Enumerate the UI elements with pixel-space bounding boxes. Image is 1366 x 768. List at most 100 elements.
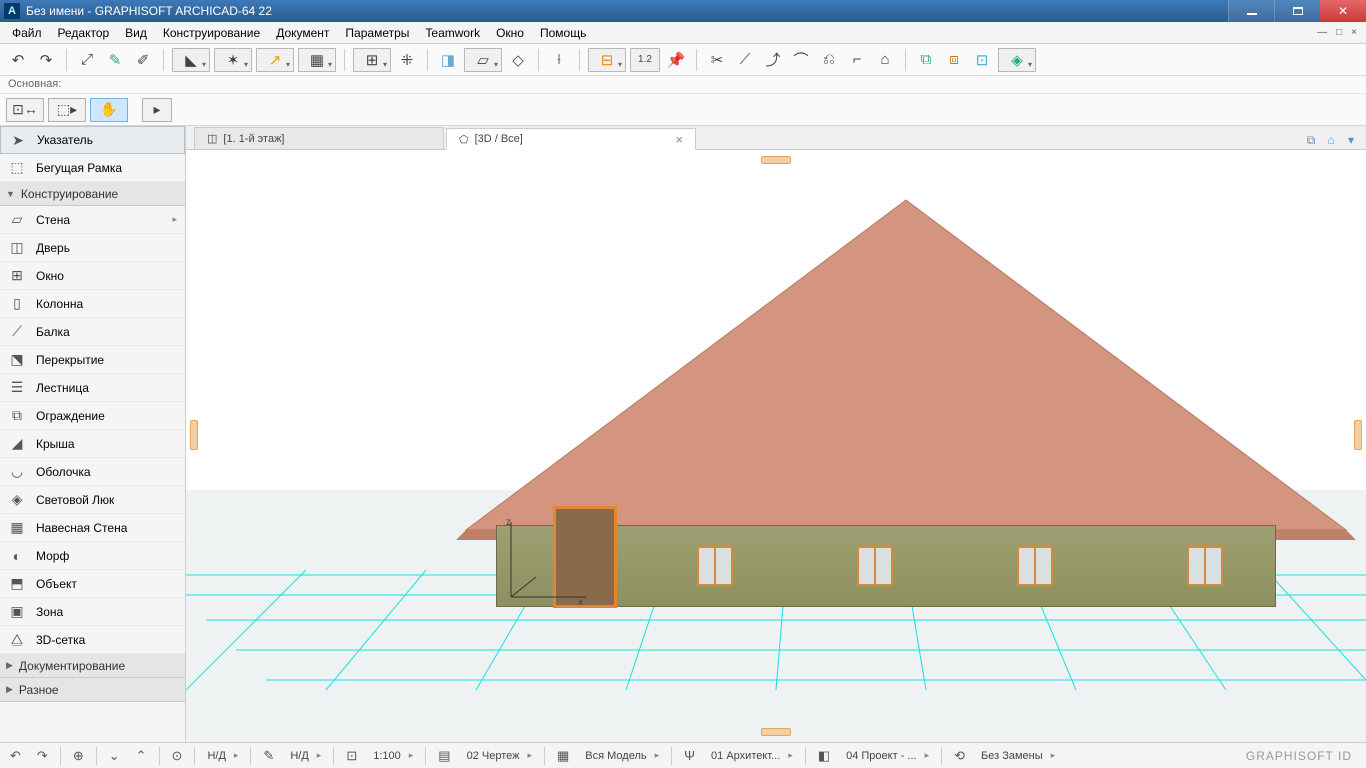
sb-fit[interactable]: ⊙ — [168, 746, 187, 766]
tool-door[interactable]: ◫Дверь — [0, 234, 185, 262]
sb-undo[interactable]: ↶ — [6, 746, 25, 766]
tab-pop-button[interactable]: ⧉ — [1302, 131, 1320, 149]
sb-layer-icon[interactable]: ▤ — [434, 746, 454, 766]
snap-intersect-button[interactable]: ✶ — [214, 48, 252, 72]
mode-select-button[interactable]: ⬚▸ — [48, 98, 86, 122]
mdi-close[interactable]: × — [1347, 27, 1362, 38]
menu-help[interactable]: Помощь — [532, 24, 594, 42]
tool-marquee[interactable]: ⬚ Бегущая Рамка — [0, 154, 185, 182]
menu-window[interactable]: Окно — [488, 24, 532, 42]
undo-button[interactable]: ↶ — [6, 48, 30, 72]
home-button[interactable]: ⌂ — [873, 48, 897, 72]
fillet-button[interactable]: ⌒ — [789, 48, 813, 72]
cube-button[interactable]: ◨ — [436, 48, 460, 72]
sb-scale[interactable]: 1:100 — [369, 746, 417, 766]
sb-arch[interactable]: 01 Архитект... — [707, 746, 797, 766]
mode-pan-button[interactable]: ✋ — [90, 98, 128, 122]
trim-button[interactable]: ✂ — [705, 48, 729, 72]
offset-button[interactable]: ⎌ — [817, 48, 841, 72]
sb-zoom-dd[interactable]: ⌄ — [105, 746, 124, 766]
tool-skylight[interactable]: ◈Световой Люк — [0, 486, 185, 514]
tab-menu-button[interactable]: ▾ — [1342, 131, 1360, 149]
section-documenting[interactable]: ▶ Документирование — [0, 654, 185, 678]
tool-beam[interactable]: ⟋Балка — [0, 318, 185, 346]
grid-snap-button[interactable]: ⁜ — [395, 48, 419, 72]
sb-layer[interactable]: 02 Чертеж — [463, 746, 536, 766]
dim-button[interactable]: ⊟ — [588, 48, 626, 72]
pin-button[interactable]: 📌 — [664, 48, 688, 72]
mode-arrow-button[interactable]: ▸ — [142, 98, 172, 122]
sb-model[interactable]: Вся Модель — [581, 746, 663, 766]
tool-stair[interactable]: ☰Лестница — [0, 374, 185, 402]
section-misc[interactable]: ▶ Разное — [0, 678, 185, 702]
tool-pointer[interactable]: ➤ Указатель — [0, 126, 185, 154]
menu-params[interactable]: Параметры — [337, 24, 417, 42]
edge-tab-right[interactable] — [1354, 420, 1362, 450]
sb-model-icon[interactable]: ▦ — [553, 746, 573, 766]
mdi-minimize[interactable]: — — [1313, 27, 1332, 38]
tool-object[interactable]: ⬒Объект — [0, 570, 185, 598]
tool-morph[interactable]: ◐Морф — [0, 542, 185, 570]
tag-button[interactable]: ◇ — [506, 48, 530, 72]
snap-guide-button[interactable]: ↗ — [256, 48, 294, 72]
layer-dd-button[interactable]: ▱ — [464, 48, 502, 72]
tab-3d[interactable]: ⬠ [3D / Все] × — [446, 128, 696, 150]
viewport-3d[interactable]: z x — [186, 150, 1366, 742]
mdi-maximize[interactable]: □ — [1332, 27, 1347, 38]
tool-column[interactable]: ▯Колонна — [0, 290, 185, 318]
sb-replace[interactable]: Без Замены — [977, 746, 1059, 766]
tool-roof[interactable]: ◢Крыша — [0, 430, 185, 458]
menu-file[interactable]: Файл — [4, 24, 50, 42]
sb-pen-icon[interactable]: ✎ — [259, 746, 278, 766]
menu-document[interactable]: Документ — [268, 24, 337, 42]
sb-scale-icon[interactable]: ⊡ — [342, 746, 361, 766]
grid-toggle-button[interactable]: ⊞ — [353, 48, 391, 72]
join-button[interactable]: ⟋ — [733, 48, 757, 72]
edge-tab-left[interactable] — [190, 420, 198, 450]
menu-editor[interactable]: Редактор — [50, 24, 118, 42]
tab-floor[interactable]: ◫ [1. 1-й этаж] — [194, 127, 444, 149]
sb-arch-icon[interactable]: Ψ — [680, 746, 699, 766]
tool-window[interactable]: ⊞Окно — [0, 262, 185, 290]
tool-zone[interactable]: ▣Зона — [0, 598, 185, 626]
tab-close-button[interactable]: × — [675, 132, 683, 147]
tab-home-button[interactable]: ⌂ — [1322, 131, 1340, 149]
corner-button[interactable]: ⌐ — [845, 48, 869, 72]
edge-tab-bottom[interactable] — [761, 728, 791, 736]
extend-button[interactable]: ⤴ — [761, 48, 785, 72]
lock-button[interactable]: ⊡ — [970, 48, 994, 72]
menu-construct[interactable]: Конструирование — [155, 24, 268, 42]
tool-curtain-wall[interactable]: ▦Навесная Стена — [0, 514, 185, 542]
snap-grid-button[interactable]: ▦ — [298, 48, 336, 72]
sb-nd1[interactable]: Н/Д — [203, 746, 242, 766]
solid-dd-button[interactable]: ◈ — [998, 48, 1036, 72]
eyedropper-button[interactable]: ✐ — [131, 48, 155, 72]
sb-proj[interactable]: 04 Проект - ... — [842, 746, 933, 766]
tool-shell[interactable]: ◡Оболочка — [0, 458, 185, 486]
pick-button[interactable]: ⤢ — [75, 48, 99, 72]
mode-plan-button[interactable]: ⊡↔ — [6, 98, 44, 122]
section-construct[interactable]: ▼ Конструирование — [0, 182, 185, 206]
redo-button[interactable]: ↷ — [34, 48, 58, 72]
pencil-button[interactable]: ✎ — [103, 48, 127, 72]
window-minimize-button[interactable] — [1228, 0, 1274, 22]
sb-redo[interactable]: ↷ — [33, 746, 52, 766]
sb-zoom-in[interactable]: ⊕ — [69, 746, 88, 766]
edge-tab-top[interactable] — [761, 156, 791, 164]
tool-slab[interactable]: ⬔Перекрытие — [0, 346, 185, 374]
window-close-button[interactable]: ✕ — [1320, 0, 1366, 22]
dim12-button[interactable]: 1.2 — [630, 48, 660, 72]
snap-angle-button[interactable]: ◣ — [172, 48, 210, 72]
sb-replace-icon[interactable]: ⟲ — [950, 746, 969, 766]
sb-proj-icon[interactable]: ◧ — [814, 746, 834, 766]
tool-railing[interactable]: ⧉Ограждение — [0, 402, 185, 430]
group-button[interactable]: ⧉ — [914, 48, 938, 72]
menu-view[interactable]: Вид — [117, 24, 155, 42]
window-maximize-button[interactable] — [1274, 0, 1320, 22]
explode-button[interactable]: ⧈ — [942, 48, 966, 72]
tool-mesh[interactable]: ⧋3D-сетка — [0, 626, 185, 654]
tool-wall[interactable]: ▱Стена▸ — [0, 206, 185, 234]
ruler-button[interactable]: ⟊ — [547, 48, 571, 72]
sb-zoom-up[interactable]: ⌃ — [132, 746, 151, 766]
menu-teamwork[interactable]: Teamwork — [417, 24, 488, 42]
